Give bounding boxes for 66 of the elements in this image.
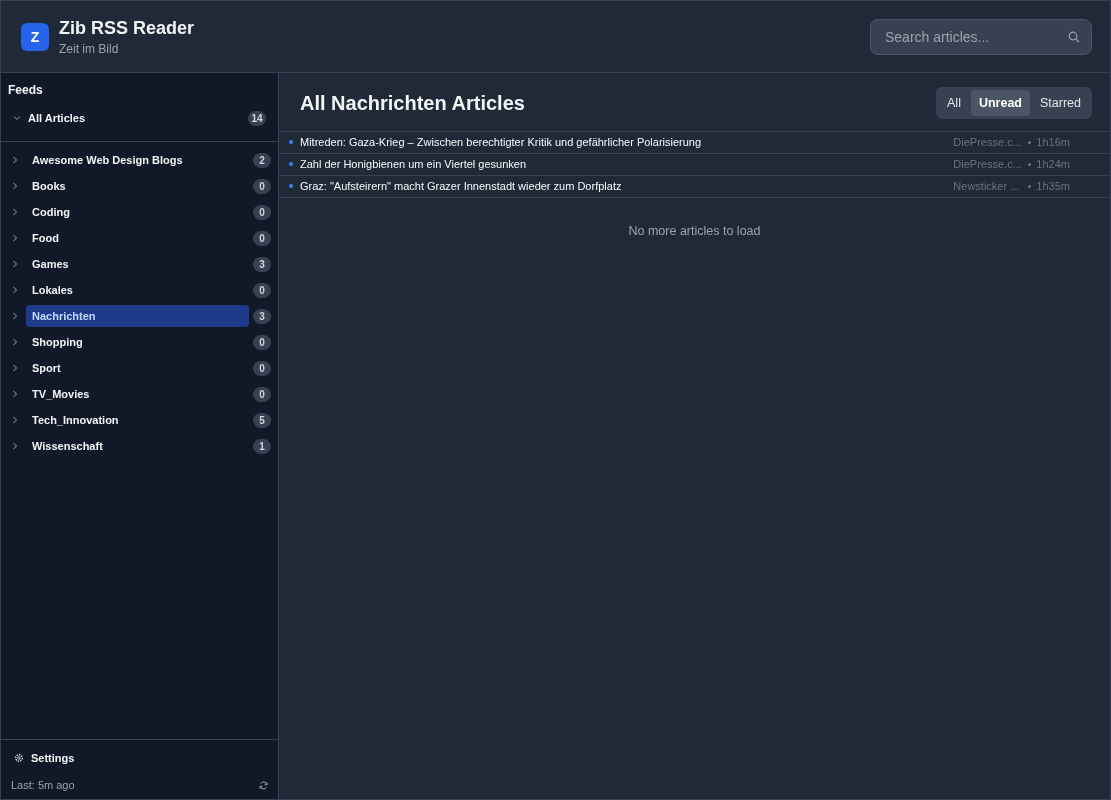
separator-dot bbox=[1028, 162, 1032, 166]
feed-item[interactable]: Wissenschaft bbox=[26, 435, 249, 457]
filter-tab[interactable]: Starred bbox=[1032, 90, 1089, 116]
chevron-right-icon[interactable] bbox=[11, 260, 19, 268]
chevron-right-icon[interactable] bbox=[11, 390, 19, 398]
settings-button[interactable]: Settings bbox=[11, 752, 268, 764]
app-logo: Z bbox=[21, 22, 49, 51]
feed-item[interactable]: Books bbox=[26, 175, 249, 197]
feed-item[interactable]: Shopping bbox=[26, 331, 249, 353]
filter-tab[interactable]: All bbox=[939, 90, 969, 116]
app-title: Zib RSS Reader bbox=[59, 17, 196, 39]
feed-item[interactable]: Nachrichten bbox=[26, 305, 249, 327]
chevron-right-icon[interactable] bbox=[11, 286, 19, 294]
unread-count: 5 bbox=[253, 412, 271, 428]
feed-item[interactable]: Awesome Web Design Blogs bbox=[26, 149, 249, 171]
feed-item[interactable]: Food bbox=[26, 227, 249, 249]
unread-count: 0 bbox=[253, 334, 271, 350]
chevron-right-icon[interactable] bbox=[11, 182, 19, 190]
feed-item[interactable]: Coding bbox=[26, 201, 249, 223]
refresh-icon[interactable] bbox=[259, 780, 268, 790]
article-source: DiePresse.c... bbox=[953, 136, 1023, 148]
chevron-right-icon[interactable] bbox=[11, 156, 19, 164]
page-title: All Nachrichten Articles bbox=[300, 91, 525, 115]
article-time: 1h24m bbox=[1036, 158, 1070, 170]
app-subtitle: Zeit im Bild bbox=[59, 41, 120, 56]
unread-count: 3 bbox=[253, 256, 271, 272]
chevron-right-icon[interactable] bbox=[11, 416, 19, 424]
unread-count: 14 bbox=[248, 110, 266, 126]
article-title[interactable]: Zahl der Honigbienen um ein Viertel gesunken bbox=[300, 158, 954, 170]
article-source: DiePresse.c... bbox=[953, 158, 1023, 170]
feed-item[interactable]: Games bbox=[26, 253, 249, 275]
unread-count: 0 bbox=[253, 178, 271, 194]
search-icon bbox=[1068, 30, 1080, 43]
unread-count: 2 bbox=[253, 152, 271, 168]
gear-icon bbox=[14, 753, 24, 763]
separator-dot bbox=[1028, 140, 1032, 144]
feed-item[interactable]: Sport bbox=[26, 357, 249, 379]
chevron-right-icon[interactable] bbox=[11, 364, 19, 372]
chevron-right-icon[interactable] bbox=[11, 234, 19, 242]
unread-count: 0 bbox=[253, 360, 271, 376]
feed-item[interactable]: Tech_Innovation bbox=[26, 409, 249, 431]
feed-item[interactable]: All Articles bbox=[28, 107, 244, 129]
separator-dot bbox=[1028, 184, 1032, 188]
article-time: 1h35m bbox=[1036, 180, 1070, 192]
article-title[interactable]: Mitreden: Gaza-Krieg – Zwischen berechtigter Kritik und gefährlicher Polarisierung bbox=[300, 136, 954, 148]
sidebar-heading: Feeds bbox=[7, 82, 44, 99]
chevron-right-icon[interactable] bbox=[11, 442, 19, 450]
unread-count: 0 bbox=[253, 230, 271, 246]
last-update-text: Last: 5m ago bbox=[11, 779, 75, 791]
unread-count: 0 bbox=[253, 386, 271, 402]
end-of-list-message: No more articles to load bbox=[627, 223, 762, 240]
unread-count: 0 bbox=[253, 204, 271, 220]
article-source: Newsticker ... bbox=[953, 180, 1021, 192]
article-title[interactable]: Graz: "Aufsteirern" macht Grazer Innenstadt wieder zum Dorfplatz bbox=[300, 180, 954, 192]
chevron-right-icon[interactable] bbox=[11, 208, 19, 216]
feed-item[interactable]: Lokales bbox=[26, 279, 249, 301]
chevron-right-icon[interactable] bbox=[11, 338, 19, 346]
feed-item[interactable]: TV_Movies bbox=[26, 383, 249, 405]
unread-count: 3 bbox=[253, 308, 271, 324]
chevron-right-icon[interactable] bbox=[11, 312, 19, 320]
unread-count: 0 bbox=[253, 282, 271, 298]
article-time: 1h16m bbox=[1036, 136, 1070, 148]
unread-count: 1 bbox=[253, 438, 271, 454]
chevron-down-icon[interactable] bbox=[13, 114, 21, 122]
filter-tab[interactable]: Unread bbox=[970, 90, 1030, 116]
search-field[interactable]: Search articles... bbox=[870, 18, 1092, 55]
